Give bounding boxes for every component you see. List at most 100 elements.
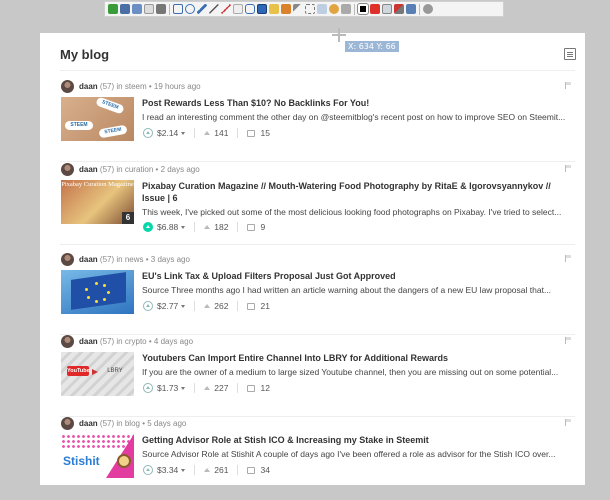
post-thumbnail[interactable]: Stishit	[61, 434, 134, 478]
avatar[interactable]	[61, 253, 74, 266]
comment-count[interactable]: 12	[260, 383, 269, 393]
avatar[interactable]	[61, 80, 74, 93]
black-swatch-icon[interactable]	[357, 3, 369, 15]
post-snippet[interactable]: Source Three months ago I had written an…	[142, 285, 574, 295]
category-link[interactable]: news	[125, 255, 144, 264]
category-link[interactable]: steem	[125, 82, 147, 91]
upvote-icon[interactable]	[143, 222, 153, 232]
category-link[interactable]: curation	[125, 165, 153, 174]
post-thumbnail[interactable]: YouTube LBRY	[61, 352, 134, 396]
pencil-icon[interactable]	[197, 4, 207, 14]
chevron-down-icon[interactable]	[181, 225, 186, 229]
save-icon[interactable]	[120, 4, 130, 14]
payout-value[interactable]: $2.14	[157, 128, 178, 138]
category-link[interactable]: crypto	[125, 337, 147, 346]
category-link[interactable]: blog	[125, 419, 140, 428]
arrow-icon[interactable]	[221, 4, 231, 14]
pointer-icon[interactable]	[293, 4, 303, 14]
toolbar-separator	[169, 3, 170, 15]
author-link[interactable]: daan	[79, 82, 98, 91]
author-link[interactable]: daan	[79, 419, 98, 428]
blur-icon[interactable]	[317, 4, 327, 14]
cursor-mode-icon[interactable]	[341, 4, 351, 14]
chevron-down-icon[interactable]	[181, 386, 186, 390]
comment-count[interactable]: 34	[260, 465, 269, 475]
red-swatch-icon[interactable]	[370, 4, 380, 14]
post-thumbnail[interactable]: Pixabay Curation Magazine 6	[61, 180, 134, 224]
comment-count[interactable]: 9	[260, 222, 265, 232]
line-icon[interactable]	[209, 4, 219, 14]
vote-count[interactable]: 262	[214, 301, 228, 311]
undo-icon[interactable]	[329, 4, 339, 14]
pattern-decoration	[61, 434, 134, 450]
stamp-icon[interactable]	[269, 4, 279, 14]
rect-icon[interactable]	[173, 4, 183, 14]
text-icon[interactable]	[233, 4, 243, 14]
post-thumbnail[interactable]: STEEM STEEM STEEM	[61, 97, 134, 141]
stishit-logo: Stishit	[63, 454, 100, 468]
post-title-link[interactable]: Getting Advisor Role at Stish ICO & Incr…	[142, 434, 574, 446]
vote-count[interactable]: 182	[214, 222, 228, 232]
comment-count[interactable]: 15	[260, 128, 269, 138]
payout-value[interactable]: $6.88	[157, 222, 178, 232]
post-snippet[interactable]: This week, I've picked out some of the m…	[142, 207, 574, 217]
copy-icon[interactable]	[382, 4, 392, 14]
page-icon[interactable]	[144, 4, 154, 14]
post-meta: daan (57) in steem • 19 hours ago	[79, 82, 201, 91]
list-view-toggle-icon[interactable]	[564, 48, 576, 60]
post-title-link[interactable]: EU's Link Tax & Upload Filters Proposal …	[142, 270, 574, 282]
post-title-link[interactable]: Youtubers Can Import Entire Channel Into…	[142, 352, 574, 364]
flag-icon[interactable]	[565, 255, 571, 262]
post-time[interactable]: 19 hours ago	[154, 82, 201, 91]
post-snippet[interactable]: Source Advisor Role at Stishit A couple …	[142, 449, 574, 459]
save-as-icon[interactable]	[132, 4, 142, 14]
upvote-icon[interactable]	[143, 128, 153, 138]
post-time[interactable]: 3 days ago	[151, 255, 190, 264]
comment-count[interactable]: 21	[260, 301, 269, 311]
grid-icon[interactable]	[305, 4, 315, 14]
ellipse-icon[interactable]	[185, 4, 195, 14]
post-time[interactable]: 4 days ago	[154, 337, 193, 346]
avatar[interactable]	[61, 417, 74, 430]
payout-value[interactable]: $1.73	[157, 383, 178, 393]
vote-count[interactable]: 141	[214, 128, 228, 138]
post-title-link[interactable]: Pixabay Curation Magazine // Mouth-Water…	[142, 180, 574, 204]
upvote-icon[interactable]	[143, 383, 153, 393]
stat-divider	[194, 383, 196, 393]
chevron-down-icon[interactable]	[181, 468, 186, 472]
payout-value[interactable]: $3.34	[157, 465, 178, 475]
post-time[interactable]: 2 days ago	[161, 165, 200, 174]
post-stats: $2.14 141 15	[143, 128, 270, 138]
stat-divider	[237, 301, 239, 311]
capture-icon[interactable]	[406, 4, 416, 14]
print-icon[interactable]	[156, 4, 166, 14]
highlight-icon[interactable]	[257, 4, 267, 14]
crop-icon[interactable]	[281, 4, 291, 14]
vote-count[interactable]: 227	[214, 383, 228, 393]
author-link[interactable]: daan	[79, 165, 98, 174]
author-link[interactable]: daan	[79, 337, 98, 346]
post-thumbnail[interactable]	[61, 270, 134, 314]
post-snippet[interactable]: I read an interesting comment the other …	[142, 112, 574, 122]
chevron-down-icon[interactable]	[181, 304, 186, 308]
check-icon[interactable]	[108, 4, 118, 14]
vote-count[interactable]: 261	[214, 465, 228, 475]
upvote-icon[interactable]	[143, 301, 153, 311]
flag-icon[interactable]	[565, 82, 571, 89]
avatar[interactable]	[61, 335, 74, 348]
upvote-icon[interactable]	[143, 465, 153, 475]
callout-icon[interactable]	[245, 4, 255, 14]
tools-icon[interactable]	[394, 4, 404, 14]
payout-value[interactable]: $2.77	[157, 301, 178, 311]
settings-icon[interactable]	[423, 4, 433, 14]
flag-icon[interactable]	[565, 165, 571, 172]
flag-icon[interactable]	[565, 419, 571, 426]
post-snippet[interactable]: If you are the owner of a medium to larg…	[142, 367, 574, 377]
flag-icon[interactable]	[565, 337, 571, 344]
chevron-down-icon[interactable]	[181, 131, 186, 135]
author-link[interactable]: daan	[79, 255, 98, 264]
votes-icon	[204, 304, 211, 308]
post-time[interactable]: 5 days ago	[147, 419, 186, 428]
avatar[interactable]	[61, 163, 74, 176]
post-title-link[interactable]: Post Rewards Less Than $10? No Backlinks…	[142, 97, 574, 109]
